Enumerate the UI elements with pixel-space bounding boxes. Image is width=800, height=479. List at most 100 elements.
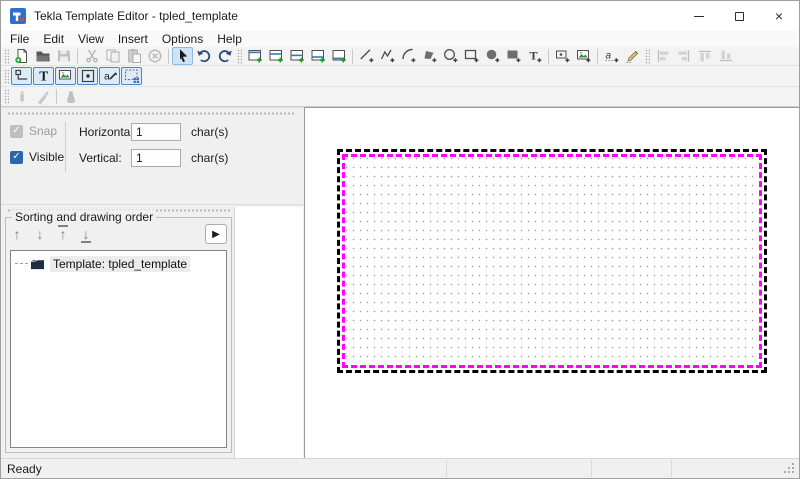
- new-file-icon: [14, 48, 30, 64]
- align-right-button[interactable]: [673, 47, 694, 65]
- delete-button[interactable]: [144, 47, 165, 65]
- add-filled-rectangle-button[interactable]: [503, 47, 524, 65]
- menu-insert[interactable]: Insert: [111, 31, 155, 47]
- open-file-button[interactable]: [32, 47, 53, 65]
- add-value-field-icon: [555, 48, 571, 64]
- menu-file[interactable]: File: [3, 31, 36, 47]
- delete-icon: [147, 48, 163, 64]
- toolbar-row-main: Ta: [1, 47, 799, 66]
- save-file-button[interactable]: [53, 47, 74, 65]
- add-arc-button[interactable]: [398, 47, 419, 65]
- fill-tool-button[interactable]: [60, 88, 81, 106]
- pen-tool-icon: [14, 89, 30, 105]
- template-tree[interactable]: Template: tpled_template: [10, 250, 227, 448]
- close-button[interactable]: ×: [759, 1, 799, 31]
- cut-button[interactable]: [81, 47, 102, 65]
- menu-edit[interactable]: Edit: [36, 31, 71, 47]
- minimize-button[interactable]: [679, 1, 719, 31]
- resize-grip[interactable]: [784, 463, 795, 474]
- sorting-panel-title: Sorting and drawing order: [12, 210, 156, 224]
- panel-drag-grip[interactable]: [7, 112, 296, 115]
- add-text-button[interactable]: T: [524, 47, 545, 65]
- vertical-input[interactable]: [131, 149, 181, 167]
- fill-tool-icon: [63, 89, 79, 105]
- select-arrow-button[interactable]: [172, 47, 193, 65]
- toolbar-separator: [352, 49, 353, 64]
- add-polygon-icon: [422, 48, 438, 64]
- tekla-logo-icon: [10, 8, 26, 24]
- move-up-button[interactable]: ↑: [10, 226, 24, 242]
- tree-item-label[interactable]: Template: tpled_template: [50, 256, 190, 272]
- add-rectangle-button[interactable]: [461, 47, 482, 65]
- horizontal-input[interactable]: [131, 123, 181, 141]
- align-bottom-button[interactable]: [715, 47, 736, 65]
- redo-button[interactable]: [214, 47, 235, 65]
- add-page-footer-row-icon: [310, 48, 326, 64]
- minimize-icon: [694, 16, 704, 17]
- undo-button[interactable]: [193, 47, 214, 65]
- visible-checkbox-row: ✓ Visible: [10, 150, 64, 164]
- align-top-button[interactable]: [694, 47, 715, 65]
- move-to-top-button[interactable]: ↑: [56, 226, 70, 242]
- maximize-button[interactable]: [719, 1, 759, 31]
- rotate-tool-button[interactable]: [32, 88, 53, 106]
- toggle-snap-objects-button[interactable]: [11, 67, 32, 85]
- add-value-field-button[interactable]: [552, 47, 573, 65]
- left-panel: ✓ Snap ✓ Visible Horizontal: char(s) Ver…: [1, 107, 304, 458]
- toggle-show-drawing-area-button[interactable]: [121, 67, 142, 85]
- toggle-show-texts-icon: T: [36, 68, 52, 84]
- vertical-divider: [65, 122, 66, 172]
- add-value-row-button[interactable]: [286, 47, 307, 65]
- toolbar-grip[interactable]: [4, 89, 9, 104]
- add-header-row-button[interactable]: [244, 47, 265, 65]
- visible-checkbox[interactable]: ✓: [10, 151, 23, 164]
- dock-empty-area: [234, 207, 303, 458]
- align-left-button[interactable]: [652, 47, 673, 65]
- expand-button[interactable]: ▶: [205, 224, 227, 244]
- add-circle-button[interactable]: [440, 47, 461, 65]
- add-line-button[interactable]: [356, 47, 377, 65]
- toggle-show-texts-button[interactable]: T: [33, 67, 54, 85]
- menu-view[interactable]: View: [71, 31, 111, 47]
- add-picture-button[interactable]: [573, 47, 594, 65]
- snap-checkbox[interactable]: ✓: [10, 125, 23, 138]
- move-to-bottom-button[interactable]: ↓: [79, 226, 93, 242]
- add-polyline-button[interactable]: [377, 47, 398, 65]
- move-down-button[interactable]: ↓: [33, 226, 47, 242]
- edit-object-icon: [625, 48, 641, 64]
- add-footer-row-button[interactable]: [328, 47, 349, 65]
- toolbar-grip[interactable]: [4, 49, 9, 64]
- vertical-label: Vertical:: [79, 151, 131, 165]
- add-filled-ellipse-button[interactable]: [482, 47, 503, 65]
- menu-options[interactable]: Options: [155, 31, 210, 47]
- add-attribute-text-button[interactable]: a: [601, 47, 622, 65]
- pen-tool-button[interactable]: [11, 88, 32, 106]
- add-page-footer-row-button[interactable]: [307, 47, 328, 65]
- copy-button[interactable]: [102, 47, 123, 65]
- toggle-show-values-button[interactable]: [77, 67, 98, 85]
- paste-button[interactable]: [123, 47, 144, 65]
- add-polyline-icon: [380, 48, 396, 64]
- title-bar: Tekla Template Editor - tpled_template ×: [1, 1, 799, 31]
- toolbar-grip[interactable]: [237, 49, 242, 64]
- template-boundary[interactable]: [337, 149, 767, 373]
- toolbar-separator: [548, 49, 549, 64]
- redo-icon: [217, 48, 233, 64]
- add-polygon-button[interactable]: [419, 47, 440, 65]
- add-filled-rectangle-icon: [506, 48, 522, 64]
- align-bottom-icon: [718, 48, 734, 64]
- toggle-snap-objects-icon: [14, 68, 30, 84]
- tree-item-template[interactable]: Template: tpled_template: [11, 254, 226, 273]
- add-page-header-row-button[interactable]: [265, 47, 286, 65]
- menu-help[interactable]: Help: [210, 31, 249, 47]
- new-file-button[interactable]: [11, 47, 32, 65]
- edit-object-button[interactable]: [622, 47, 643, 65]
- toolbar-grip[interactable]: [645, 49, 650, 64]
- horizontal-field-row: Horizontal: char(s): [79, 123, 228, 141]
- toggle-show-pictures-button[interactable]: [55, 67, 76, 85]
- folder-icon-wrap: [30, 257, 45, 271]
- drawing-canvas[interactable]: [304, 107, 799, 458]
- toggle-show-attributes-button[interactable]: a: [99, 67, 120, 85]
- toolbar-grip[interactable]: [4, 69, 9, 84]
- app-icon: [10, 8, 26, 24]
